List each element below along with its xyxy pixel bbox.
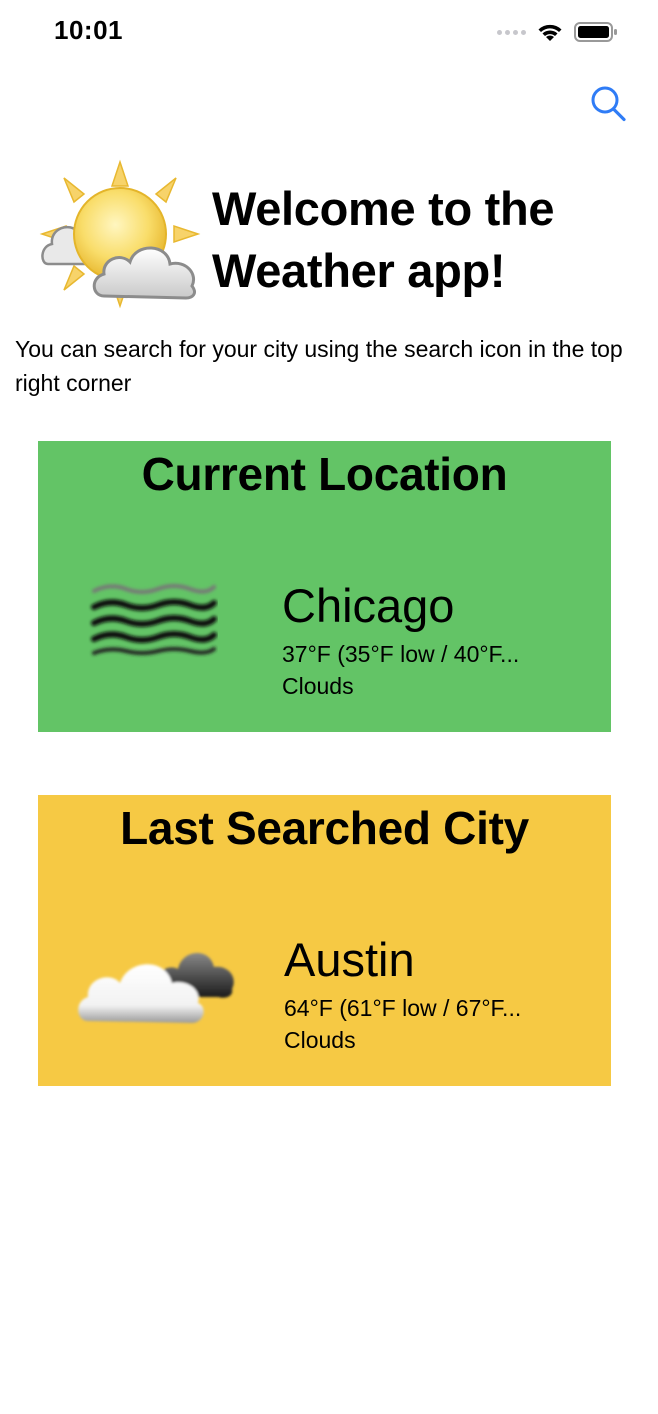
sun-cloud-icon — [39, 159, 201, 309]
clouds-icon — [78, 952, 234, 1023]
welcome-title: Welcome to the Weather app! — [212, 182, 555, 297]
last-searched-card[interactable]: Last Searched City Austin 64°F (61°F low… — [38, 795, 611, 1086]
wifi-icon — [538, 24, 562, 41]
current-location-temperature: 37°F (35°F low / 40°F... — [282, 641, 520, 667]
search-button[interactable] — [586, 82, 630, 126]
search-icon — [591, 86, 626, 122]
current-location-condition: Clouds — [282, 673, 354, 699]
current-location-heading: Current Location — [141, 448, 508, 500]
battery-icon — [574, 22, 617, 42]
last-searched-city: Austin — [284, 933, 415, 986]
signal-icon — [497, 29, 526, 35]
last-searched-heading: Last Searched City — [120, 802, 529, 854]
status-icons — [497, 18, 618, 46]
last-searched-temperature: 64°F (61°F low / 67°F... — [284, 995, 522, 1021]
welcome-subtitle: You can search for your city using the s… — [15, 336, 623, 396]
current-location-card[interactable]: Current Location Chicago 37°F (35°F low … — [38, 441, 611, 732]
fog-icon — [91, 584, 217, 655]
status-time: 10:01 — [54, 15, 123, 45]
status-bar: 10:01 — [0, 0, 658, 66]
last-searched-condition: Clouds — [284, 1027, 356, 1053]
current-location-city: Chicago — [282, 579, 455, 632]
